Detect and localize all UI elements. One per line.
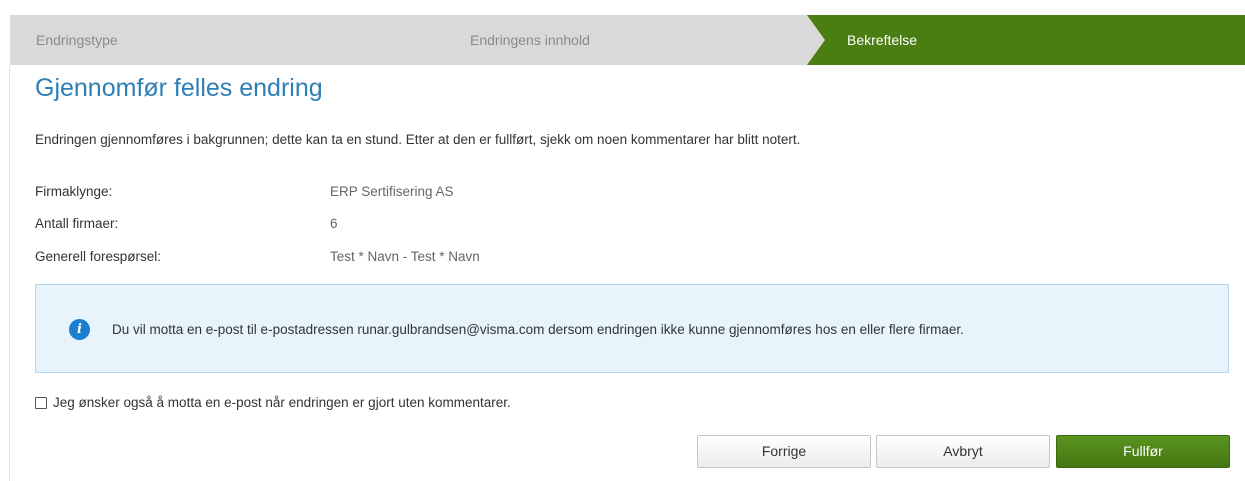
- intro-text: Endringen gjennomføres i bakgrunnen; det…: [35, 132, 801, 147]
- email-confirmation-checkbox[interactable]: [35, 396, 47, 409]
- left-border: [9, 65, 10, 481]
- detail-value: Test * Navn - Test * Navn: [330, 249, 480, 264]
- detail-label: Antall firmaer:: [35, 216, 119, 231]
- email-confirmation-checkbox-row[interactable]: Jeg ønsker også å motta en e-post når en…: [35, 395, 511, 410]
- email-confirmation-label: Jeg ønsker også å motta en e-post når en…: [53, 395, 511, 410]
- previous-button[interactable]: Forrige: [697, 435, 871, 468]
- finish-button[interactable]: Fullfør: [1056, 435, 1230, 468]
- cancel-button[interactable]: Avbryt: [876, 435, 1050, 468]
- step-arrow-icon: [807, 15, 825, 65]
- wizard-step-type[interactable]: Endringstype: [36, 15, 118, 65]
- wizard-step-confirmation-label: Bekreftelse: [847, 32, 918, 48]
- wizard-step-confirmation[interactable]: Bekreftelse: [807, 15, 1245, 65]
- page-title: Gjennomfør felles endring: [35, 74, 323, 102]
- detail-value: 6: [330, 216, 338, 231]
- detail-label: Generell forespørsel:: [35, 249, 162, 264]
- info-icon: i: [69, 319, 90, 340]
- detail-label: Firmaklynge:: [35, 184, 113, 199]
- wizard-step-content[interactable]: Endringens innhold: [470, 15, 590, 65]
- detail-value: ERP Sertifisering AS: [330, 184, 454, 199]
- info-text: Du vil motta en e-post til e-postadresse…: [112, 322, 964, 337]
- wizard-steps: Endringstype Endringens innhold Bekrefte…: [10, 15, 1245, 65]
- info-alert: i Du vil motta en e-post til e-postadres…: [35, 284, 1229, 373]
